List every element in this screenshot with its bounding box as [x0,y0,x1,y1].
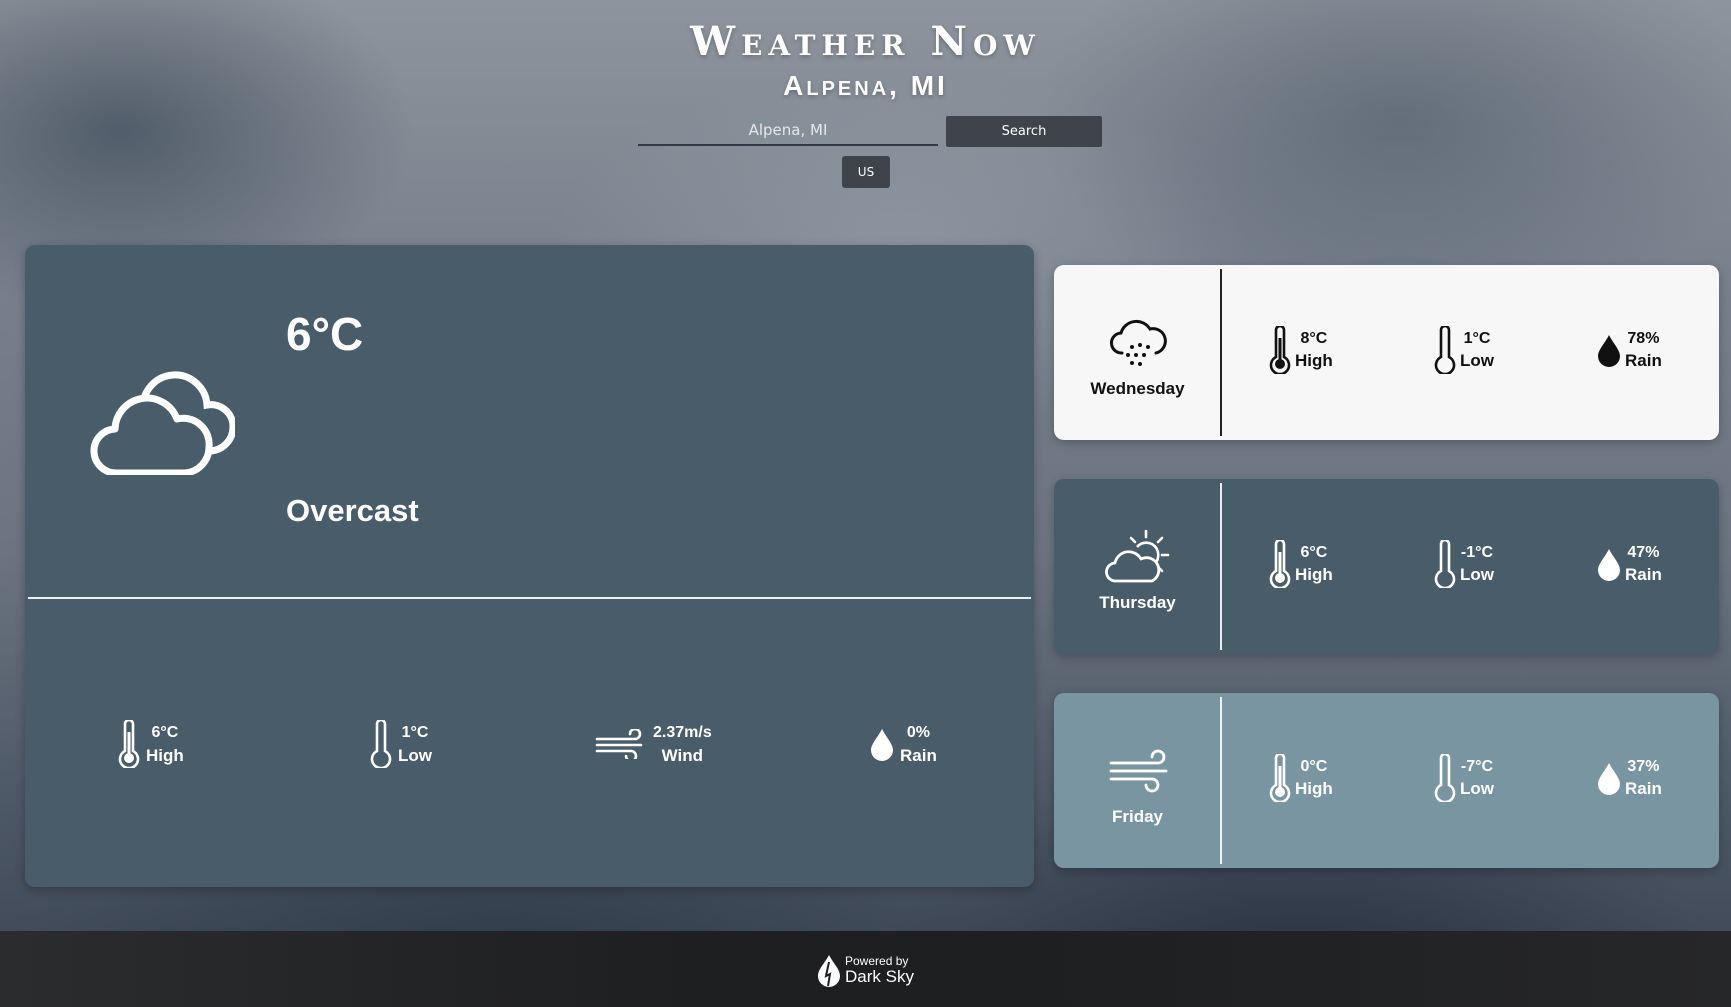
wind-icon [1109,749,1168,793]
current-wind-value: 2.37m/s [653,724,712,741]
thermometer-full-icon [118,720,140,768]
forecast-rain-value: 37% [1627,758,1660,775]
forecast-low: -7°C Low [1434,753,1494,803]
current-rain-label: Rain [900,746,937,765]
thermometer-empty-icon [370,720,392,768]
search-button[interactable]: Search [946,116,1102,147]
forecast-day-name: Thursday [1099,593,1176,612]
divider [28,597,1031,599]
forecast-card-friday[interactable]: Friday 0°C High -7°C Low 37% Rain [1054,693,1719,868]
forecast-high-value: 0°C [1300,758,1328,775]
forecast-high: 8°C High [1269,325,1333,375]
current-wind-label: Wind [661,746,704,765]
forecast-card-wednesday[interactable]: Wednesday 8°C High 1°C Low 78% Rain [1054,265,1719,440]
current-low-label: Low [398,746,432,765]
current-wind: 2.37m/s Wind [595,719,712,769]
forecast-low-label: Low [1460,779,1494,798]
forecast-rain-label: Rain [1625,779,1662,798]
city-name: Alpena, MI [783,70,948,101]
powered-by-text: Powered by [845,954,909,968]
forecast-rain: 47% Rain [1597,539,1662,589]
raindrop-icon [1598,763,1620,795]
forecast-low: 1°C Low [1434,325,1494,375]
current-low: 1°C Low [370,719,432,769]
dark-sky-brand[interactable]: Dark Sky [845,968,914,986]
forecast-day-name: Friday [1111,807,1164,826]
forecast-low-value: -7°C [1460,758,1494,775]
forecast-rain-label: Rain [1625,565,1662,584]
dark-sky-logo-icon[interactable] [815,954,843,988]
divider [1220,269,1222,436]
forecast-day-name: Wednesday [1090,379,1185,398]
forecast-high-label: High [1295,565,1333,584]
thermometer-full-icon [1269,754,1291,802]
current-low-value: 1°C [401,724,429,741]
forecast-rain: 37% Rain [1597,753,1662,803]
forecast-high-label: High [1295,351,1333,370]
current-rain: 0% Rain [870,719,937,769]
forecast-low: -1°C Low [1434,539,1494,589]
forecast-rain: 78% Rain [1597,325,1662,375]
forecast-high: 6°C High [1269,539,1333,589]
thermometer-empty-icon [1434,754,1456,802]
thermometer-full-icon [1269,540,1291,588]
current-high-value: 6°C [151,724,179,741]
wind-icon [595,729,643,759]
divider [1220,697,1222,864]
snow-cloud-icon [1110,319,1167,366]
footer: Powered by Dark Sky [0,931,1731,1007]
forecast-high-value: 6°C [1300,544,1328,561]
current-weather-card: 6°C Overcast 6°C High 1°C Low 2.37m/s Wi… [25,245,1034,887]
forecast-low-value: -1°C [1460,544,1494,561]
cloudy-icon [90,371,235,475]
search-input[interactable] [638,116,938,146]
forecast-rain-value: 78% [1627,330,1660,347]
forecast-rain-value: 47% [1627,544,1660,561]
raindrop-icon [1598,549,1620,581]
app-title: Weather Now [690,18,1041,65]
raindrop-icon [871,729,893,761]
forecast-low-value: 1°C [1463,330,1491,347]
forecast-high-label: High [1295,779,1333,798]
current-summary: Overcast [286,493,419,528]
partly-cloudy-day-icon [1105,529,1170,583]
thermometer-empty-icon [1434,540,1456,588]
raindrop-icon [1598,335,1620,367]
current-high-label: High [146,746,184,765]
divider [1220,483,1222,650]
forecast-rain-label: Rain [1625,351,1662,370]
forecast-high-value: 8°C [1300,330,1328,347]
forecast-low-label: Low [1460,565,1494,584]
units-toggle-button[interactable]: US [842,156,890,188]
current-high: 6°C High [118,719,184,769]
forecast-high: 0°C High [1269,753,1333,803]
thermometer-empty-icon [1434,326,1456,374]
forecast-low-label: Low [1460,351,1494,370]
current-temperature: 6°C [286,308,364,360]
thermometer-full-icon [1269,326,1291,374]
current-rain-value: 0% [906,724,930,741]
forecast-card-thursday[interactable]: Thursday 6°C High -1°C Low 47% Rain [1054,479,1719,654]
